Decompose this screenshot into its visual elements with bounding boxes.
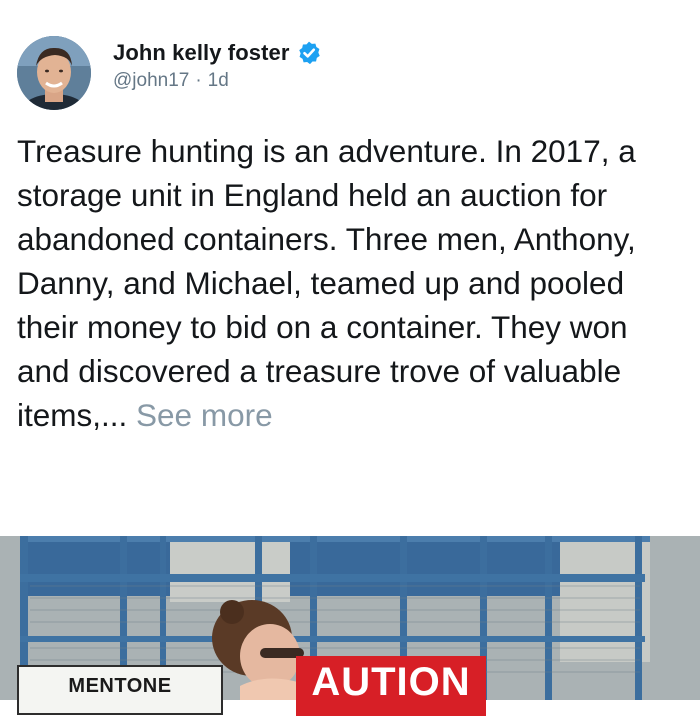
sign-right-text: AUTION [311, 660, 471, 704]
author-display-name[interactable]: John kelly foster [113, 40, 290, 66]
name-row: John kelly foster [113, 38, 322, 68]
media-sign-left: MENTONE [17, 665, 223, 715]
tweet-timestamp[interactable]: 1d [208, 70, 229, 92]
verified-badge-icon [296, 40, 322, 66]
avatar[interactable] [17, 36, 91, 110]
tweet-text: Treasure hunting is an adventure. In 201… [17, 129, 687, 437]
author-meta: @john17 · 1d [113, 70, 322, 92]
tweet-card: John kelly foster @john17 · 1d Treasure … [0, 0, 700, 716]
media-sign-right: AUTION [296, 656, 486, 716]
sign-left-text: MENTONE [68, 675, 172, 697]
tweet-body: Treasure hunting is an adventure. In 201… [17, 133, 636, 433]
author-handle[interactable]: @john17 [113, 70, 189, 92]
meta-separator: · [195, 70, 202, 91]
author-identity: John kelly foster @john17 · 1d [113, 38, 322, 92]
tweet-header: John kelly foster @john17 · 1d [17, 36, 322, 110]
see-more-link[interactable]: See more [136, 397, 273, 433]
avatar-photo [17, 36, 91, 110]
